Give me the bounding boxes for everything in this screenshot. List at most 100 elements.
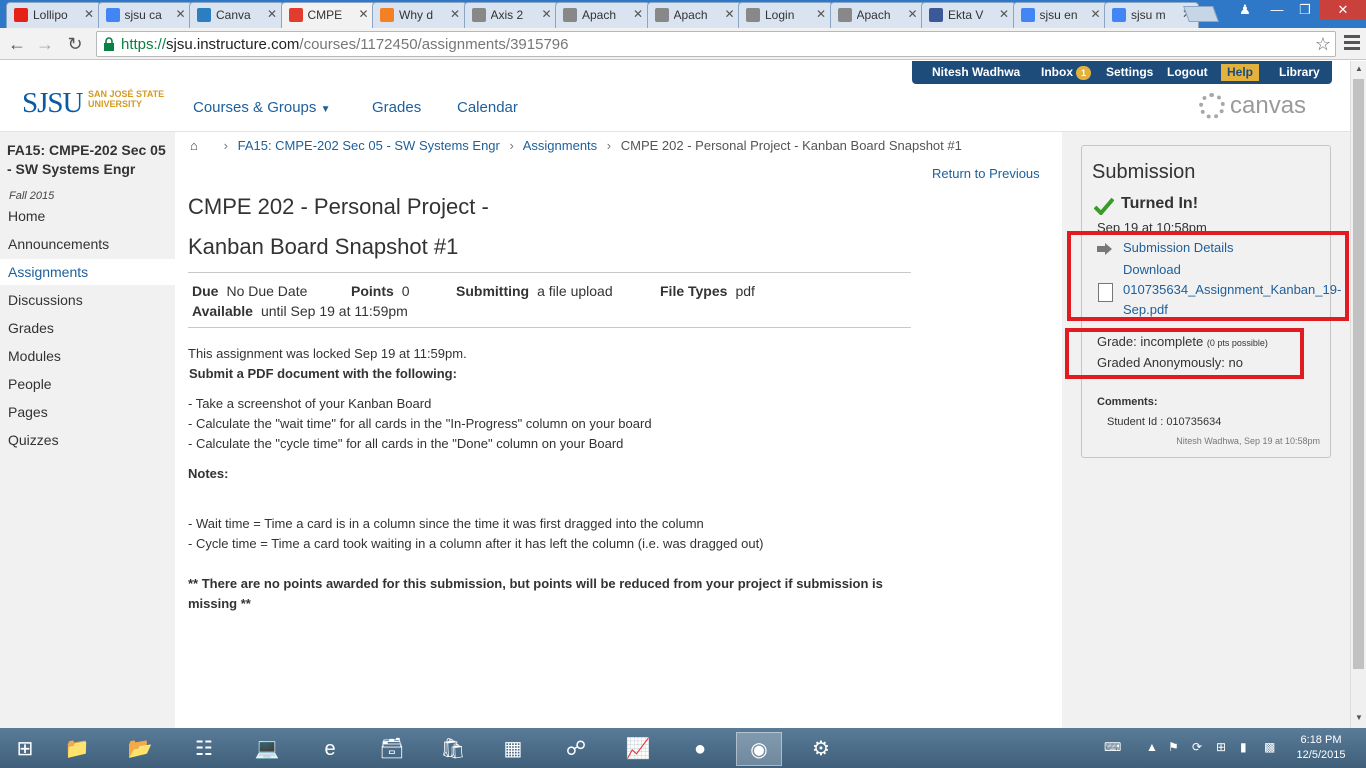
browser-tab[interactable]: Axis 2 ✕ xyxy=(463,2,559,28)
close-window-button[interactable]: ✕ xyxy=(1320,0,1366,20)
locked-notice: This assignment was locked Sep 19 at 11:… xyxy=(188,346,467,361)
library-link[interactable]: Library xyxy=(1279,65,1320,79)
browser-tab[interactable]: Canva ✕ xyxy=(189,2,284,28)
network-tool-icon[interactable]: ▦ xyxy=(490,732,536,766)
browser-tab[interactable]: sjsu ca ✕ xyxy=(97,2,193,28)
submitting-label: Submitting xyxy=(456,283,530,299)
browser-tab[interactable]: Apach ✕ xyxy=(555,2,650,28)
scroll-up-icon[interactable]: ▲ xyxy=(1355,64,1363,73)
sidebar-item-home[interactable]: Home xyxy=(0,203,175,229)
close-tab-icon[interactable]: ✕ xyxy=(999,7,1009,21)
remote-desktop-icon[interactable]: ☍ xyxy=(553,732,599,766)
file-types-value: pdf xyxy=(735,283,755,299)
sidebar-item-grades[interactable]: Grades xyxy=(0,315,175,341)
details-bottom-rule xyxy=(188,327,911,328)
sidebar-item-discussions[interactable]: Discussions xyxy=(0,287,175,313)
user-icon[interactable]: ♟ xyxy=(1230,0,1260,20)
close-tab-icon[interactable]: ✕ xyxy=(816,7,826,21)
sidebar-item-quizzes[interactable]: Quizzes xyxy=(0,427,175,453)
signal-icon[interactable]: ▩ xyxy=(1264,740,1275,754)
bookmark-star-icon[interactable]: ☆ xyxy=(1315,34,1331,55)
eclipse-icon[interactable]: ● xyxy=(677,732,723,766)
windows-start-icon[interactable]: ⊞ xyxy=(2,732,48,766)
files-folder-icon[interactable]: 🗃 xyxy=(369,732,415,766)
browser-tab[interactable]: CMPE ✕ xyxy=(280,2,376,29)
task-manager-icon[interactable]: 📈 xyxy=(615,732,661,766)
scroll-down-icon[interactable]: ▼ xyxy=(1355,713,1363,722)
page-scrollbar[interactable]: ▲ ▼ xyxy=(1350,61,1366,728)
sidebar-item-assignments[interactable]: Assignments xyxy=(0,259,175,285)
tab-label: Apach xyxy=(856,8,891,22)
battery-icon[interactable]: ▮ xyxy=(1240,740,1247,754)
java-ee-ide-icon[interactable]: ⚙ xyxy=(798,732,844,766)
browser-tab[interactable]: Apach ✕ xyxy=(829,2,925,28)
logout-link[interactable]: Logout xyxy=(1167,65,1208,79)
help-link[interactable]: Help xyxy=(1221,64,1260,81)
forward-icon[interactable]: → xyxy=(34,33,56,55)
clock-date: 12/5/2015 xyxy=(1296,749,1346,761)
calendar-nav-link[interactable]: Calendar xyxy=(457,99,518,116)
sjsu-logo[interactable]: SJSU SAN JOSÉ STATE UNIVERSITY xyxy=(22,87,164,120)
google-icon xyxy=(1112,8,1126,22)
points-field: Points 0 xyxy=(351,283,410,299)
browser-tab[interactable]: Apach ✕ xyxy=(646,2,742,28)
windows-tray-icon[interactable]: ⊞ xyxy=(1216,740,1226,754)
note-item: - Cycle time = Time a card took waiting … xyxy=(188,536,764,551)
home-icon[interactable]: ⌂ xyxy=(190,138,202,153)
address-bar[interactable]: https://sjsu.instructure.com/courses/117… xyxy=(96,31,1336,57)
browser-tab[interactable]: Lollipo ✕ xyxy=(6,2,101,28)
page-icon xyxy=(654,8,669,22)
course-title[interactable]: FA15: CMPE-202 Sec 05 - SW Systems Engr xyxy=(7,141,172,179)
close-tab-icon[interactable]: ✕ xyxy=(175,7,185,21)
close-tab-icon[interactable]: ✕ xyxy=(724,7,734,21)
breadcrumb-course-link[interactable]: FA15: CMPE-202 Sec 05 - SW Systems Engr xyxy=(238,138,500,153)
keyboard-icon[interactable]: ⌨ xyxy=(1104,740,1121,754)
reload-icon[interactable]: ↻ xyxy=(64,33,86,55)
scroll-thumb[interactable] xyxy=(1353,79,1364,669)
logo-text: SJSU xyxy=(22,87,83,119)
computer-icon[interactable]: 💻 xyxy=(244,732,290,766)
close-tab-icon[interactable]: ✕ xyxy=(358,7,368,21)
breadcrumb-assignments-link[interactable]: Assignments xyxy=(523,138,597,153)
courses-groups-menu[interactable]: Courses & Groups ▼ xyxy=(193,99,330,116)
user-name-link[interactable]: Nitesh Wadhwa xyxy=(932,65,1020,79)
folder-icon[interactable]: 📂 xyxy=(117,732,163,766)
close-tab-icon[interactable]: ✕ xyxy=(267,7,277,21)
sidebar-item-people[interactable]: People xyxy=(0,371,175,397)
back-icon[interactable]: ← xyxy=(6,33,28,55)
settings-link[interactable]: Settings xyxy=(1106,65,1153,79)
due-field: Due No Due Date xyxy=(192,283,307,299)
grades-nav-link[interactable]: Grades xyxy=(372,99,421,116)
close-tab-icon[interactable]: ✕ xyxy=(84,7,94,21)
sidebar-item-pages[interactable]: Pages xyxy=(0,399,175,425)
sync-icon[interactable]: ⟳ xyxy=(1192,740,1202,754)
breadcrumb-current: CMPE 202 - Personal Project - Kanban Boa… xyxy=(620,138,962,153)
control-panel-icon[interactable]: ☷ xyxy=(181,732,227,766)
inbox-link[interactable]: Inbox 1 xyxy=(1041,65,1091,80)
chrome-icon[interactable]: ◉ xyxy=(736,732,782,766)
close-tab-icon[interactable]: ✕ xyxy=(907,7,917,21)
close-tab-icon[interactable]: ✕ xyxy=(633,7,643,21)
close-tab-icon[interactable]: ✕ xyxy=(450,7,460,21)
submitting-field: Submitting a file upload xyxy=(456,283,613,299)
close-tab-icon[interactable]: ✕ xyxy=(1090,7,1100,21)
new-tab-button[interactable] xyxy=(1183,6,1219,22)
file-explorer-icon[interactable]: 📁 xyxy=(54,732,100,766)
available-value: until Sep 19 at 11:59pm xyxy=(260,303,408,319)
sidebar-item-announcements[interactable]: Announcements xyxy=(0,231,175,257)
sidebar-item-modules[interactable]: Modules xyxy=(0,343,175,369)
browser-tab[interactable]: sjsu en ✕ xyxy=(1012,2,1108,28)
restore-button[interactable]: ❐ xyxy=(1290,0,1320,20)
internet-explorer-icon[interactable]: e xyxy=(307,732,353,766)
system-clock[interactable]: 6:18 PM 12/5/2015 xyxy=(1294,733,1348,763)
close-tab-icon[interactable]: ✕ xyxy=(541,7,551,21)
tray-expand-icon[interactable]: ▲ xyxy=(1146,740,1158,754)
browser-tab[interactable]: Why d ✕ xyxy=(372,2,467,28)
store-icon[interactable]: 🛍 xyxy=(430,732,476,766)
browser-tab[interactable]: Ekta V ✕ xyxy=(921,2,1016,28)
flag-icon[interactable]: ⚑ xyxy=(1168,740,1179,754)
browser-tab[interactable]: Login ✕ xyxy=(738,2,833,28)
chrome-menu-icon[interactable] xyxy=(1344,35,1360,53)
return-to-previous-link[interactable]: Return to Previous xyxy=(932,166,1040,181)
minimize-button[interactable]: — xyxy=(1262,0,1292,20)
